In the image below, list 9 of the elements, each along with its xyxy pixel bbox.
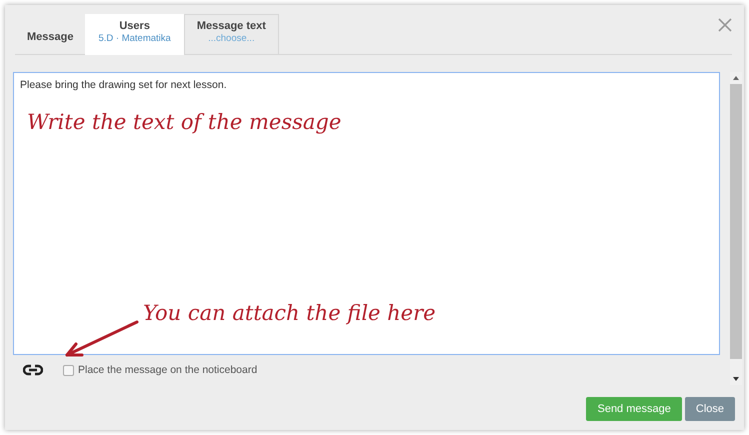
- checkbox[interactable]: [63, 364, 74, 376]
- checkbox-label: Place the message on the noticeboard: [78, 364, 258, 376]
- link-icon[interactable]: [23, 364, 43, 376]
- tab[interactable]: Message text ...choose...: [184, 14, 279, 55]
- arrow-icon: [63, 319, 139, 359]
- handwritten-note: You can attach the file here: [143, 301, 436, 325]
- handwritten-note: Write the text of the message: [27, 110, 342, 134]
- tab[interactable]: Users 5.D · Matematika: [85, 14, 184, 55]
- dialog-title: Message: [26, 31, 74, 45]
